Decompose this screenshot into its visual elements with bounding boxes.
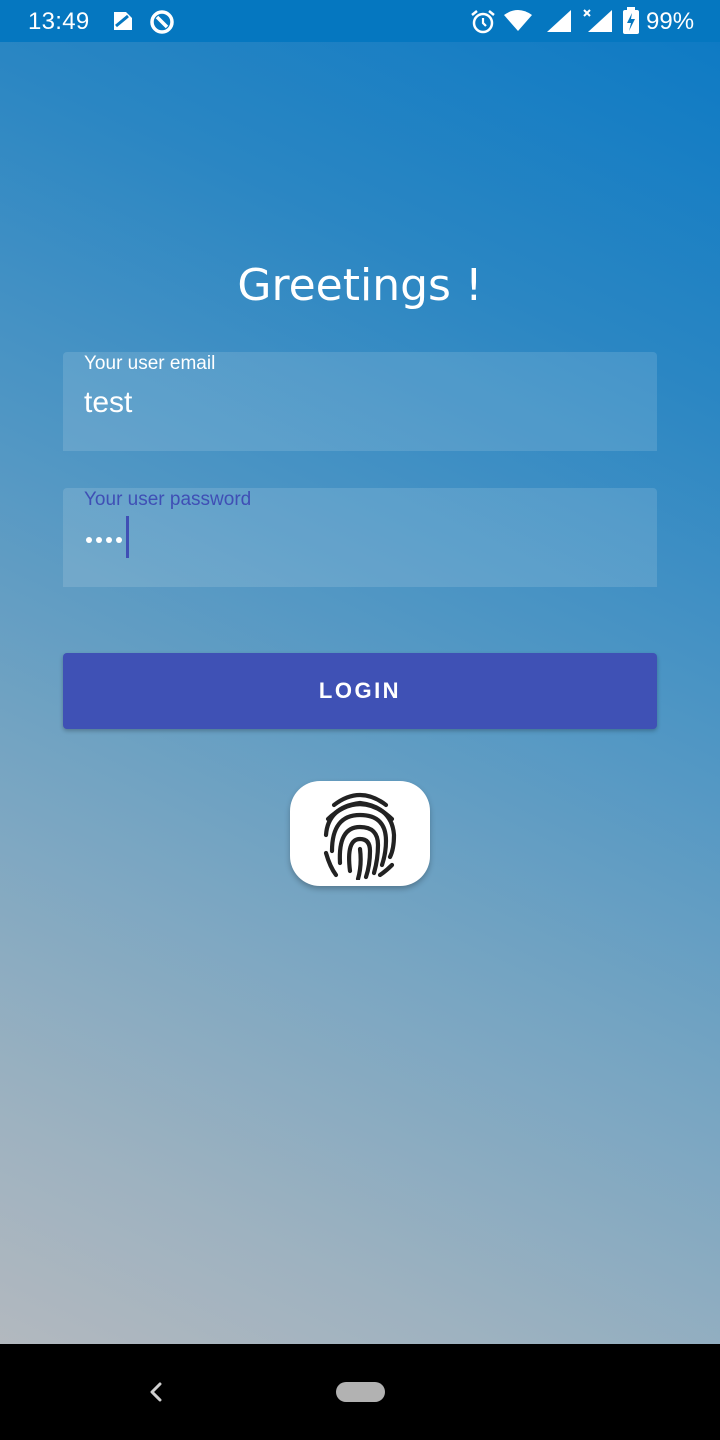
- sim-card-icon: [114, 12, 132, 30]
- status-time: 13:49: [28, 8, 90, 35]
- navigation-bar: [0, 1344, 720, 1440]
- status-bar: 13:49 99%: [0, 0, 720, 42]
- password-dot: [106, 537, 112, 543]
- email-field[interactable]: Your user email test: [63, 352, 657, 451]
- home-pill-icon[interactable]: [336, 1382, 385, 1402]
- fingerprint-icon: [323, 792, 397, 880]
- data-saver-icon: [150, 10, 174, 34]
- login-button[interactable]: LOGIN: [63, 653, 657, 729]
- battery-charging-icon: [623, 7, 639, 34]
- battery-percent: 99%: [646, 8, 695, 35]
- password-field-label: Your user password: [84, 489, 252, 510]
- email-field-value[interactable]: test: [84, 386, 132, 420]
- email-field-label: Your user email: [84, 353, 216, 374]
- signal-no-data-icon: [583, 9, 612, 32]
- page-title: Greetings !: [237, 260, 483, 311]
- password-dot: [96, 537, 102, 543]
- login-screen: 13:49 99% Greetings ! Your user email te…: [0, 0, 720, 1440]
- password-field[interactable]: Your user password: [63, 488, 657, 587]
- password-dot: [116, 537, 122, 543]
- password-dot: [86, 537, 92, 543]
- fingerprint-login-button[interactable]: [290, 781, 430, 886]
- wifi-icon: [504, 10, 532, 31]
- signal-icon: [547, 10, 571, 32]
- back-icon[interactable]: [140, 1376, 172, 1408]
- alarm-icon: [471, 10, 495, 34]
- text-cursor: [126, 516, 129, 558]
